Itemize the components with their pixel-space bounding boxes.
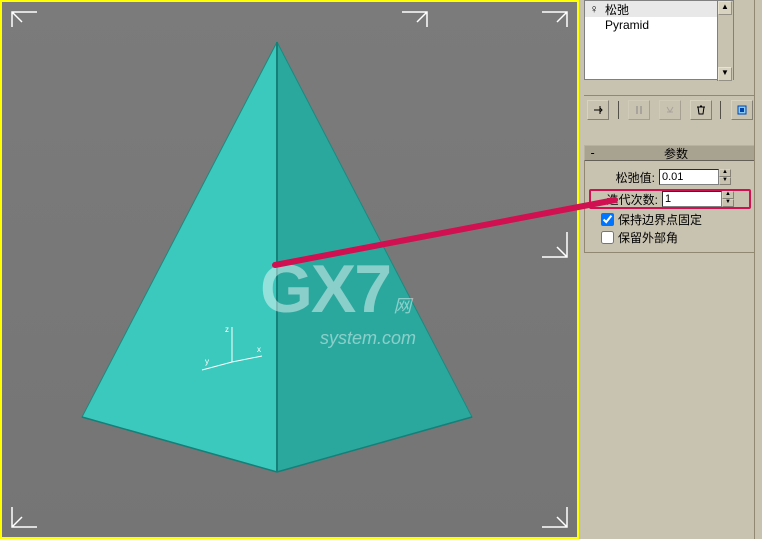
toolbar-separator [720,101,722,119]
viewport-bracket [522,7,572,57]
modifier-scrollbar[interactable]: ▲ ▼ [717,1,733,81]
viewport-bracket [522,482,572,532]
svg-text:x: x [257,345,261,354]
rollout-title: 参数 [601,145,751,162]
spinner-up[interactable]: ▲ [719,169,731,177]
checkbox-keep-boundary[interactable]: 保持边界点固定 [589,210,751,228]
param-relax-value: 松弛值: ▲ ▼ [589,167,751,187]
scroll-up-button[interactable]: ▲ [718,1,732,15]
panel-scrollbar[interactable] [754,0,762,539]
viewport-bracket [7,482,57,532]
rollout-parameters: - 参数 松弛值: ▲ ▼ 迭代次数: ▲ ▼ [584,145,756,253]
viewport-bracket [522,212,572,262]
svg-text:z: z [225,325,229,334]
keep-boundary-checkbox[interactable] [601,213,614,226]
iterations-input[interactable] [662,191,722,207]
toolbar-separator [618,101,620,119]
make-unique-button[interactable] [659,100,681,120]
modifier-label: Pyramid [601,18,649,32]
viewport-bracket [7,7,57,57]
show-result-button[interactable] [628,100,650,120]
configure-sets-button[interactable] [731,100,753,120]
spinner-up[interactable]: ▲ [722,191,734,199]
viewport-perspective[interactable]: z y x GX7 网 system.com [0,0,579,539]
axis-gizmo: z y x [197,322,267,372]
modifier-item-relax[interactable]: ♀ 松弛 [585,1,733,17]
command-panel: ♀ 松弛 Pyramid ▲ ▼ - 参数 松弛值: [579,0,762,539]
checkbox-label: 保持边界点固定 [618,211,702,228]
remove-modifier-button[interactable] [690,100,712,120]
pyramid-object[interactable] [52,32,502,512]
modifier-item-pyramid[interactable]: Pyramid [585,17,733,33]
modifier-toolbar [584,95,756,119]
scroll-down-button[interactable]: ▼ [718,67,732,81]
viewport-inner: z y x GX7 网 system.com [2,2,577,537]
rollout-toggle-icon: - [589,146,601,160]
spinner-down[interactable]: ▼ [722,199,734,207]
checkbox-label: 保留外部角 [618,229,678,246]
rollout-header[interactable]: - 参数 [584,145,756,161]
modifier-label: 松弛 [601,1,629,18]
relax-value-input[interactable] [659,169,719,185]
relax-spinner[interactable]: ▲ ▼ [719,169,731,185]
param-label: 迭代次数: [592,191,662,208]
modifier-stack[interactable]: ♀ 松弛 Pyramid ▲ ▼ [584,0,734,80]
iterations-spinner[interactable]: ▲ ▼ [722,191,734,207]
svg-text:y: y [205,357,209,366]
save-outer-corners-checkbox[interactable] [601,231,614,244]
modifier-active-icon: ♀ [587,2,601,16]
checkbox-save-outer-corners[interactable]: 保留外部角 [589,228,751,246]
param-iterations: 迭代次数: ▲ ▼ [589,189,751,209]
pin-stack-button[interactable] [587,100,609,120]
param-label: 松弛值: [589,169,659,186]
spinner-down[interactable]: ▼ [719,177,731,185]
rollout-body: 松弛值: ▲ ▼ 迭代次数: ▲ ▼ 保持边界点固定 [584,161,756,253]
